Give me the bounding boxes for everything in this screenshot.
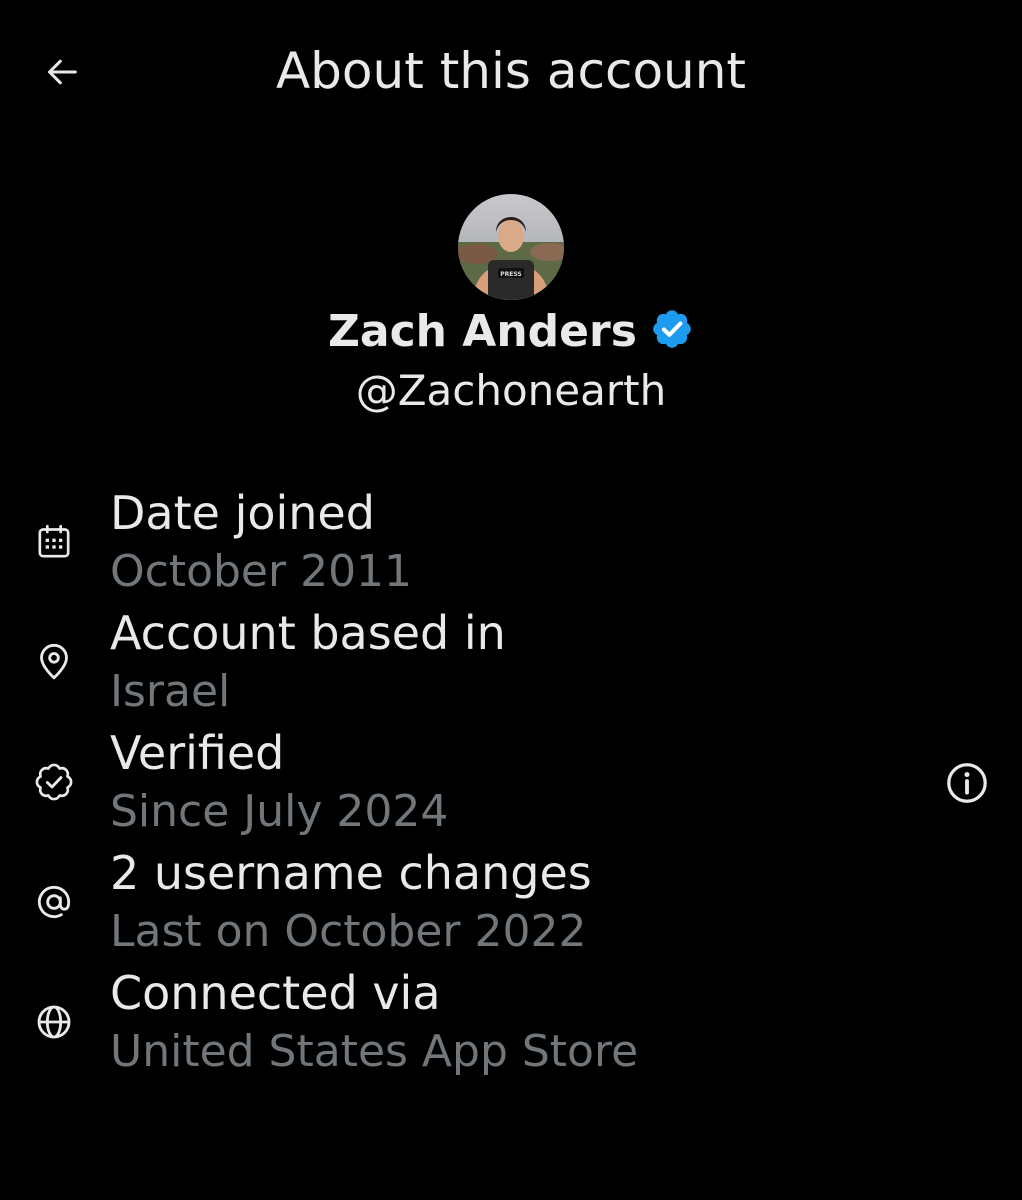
press-patch-label: PRESS: [500, 271, 522, 278]
info-item-verified: Verified Since July 2024: [0, 722, 1022, 842]
info-item-date-joined: Date joined October 2011: [0, 482, 1022, 602]
globe-icon: [37, 1005, 71, 1039]
verified-badge-icon[interactable]: [650, 307, 694, 351]
info-label: Account based in: [110, 606, 506, 660]
profile-name-row: Zach Anders: [0, 302, 1022, 362]
calendar-icon: [38, 524, 70, 558]
info-value: October 2011: [110, 546, 413, 597]
info-label: Connected via: [110, 966, 441, 1020]
account-info-list: Date joined October 2011 Account based i…: [0, 482, 1022, 1082]
info-value: Since July 2024: [110, 786, 449, 837]
avatar[interactable]: PRESS: [458, 194, 564, 300]
info-item-username-changes: 2 username changes Last on October 2022: [0, 842, 1022, 962]
info-icon: [947, 763, 987, 803]
at-sign-icon: [37, 885, 71, 918]
info-value: Last on October 2022: [110, 906, 587, 957]
header-bar: About this account: [0, 0, 1022, 150]
info-value: Israel: [110, 666, 231, 717]
location-pin-icon: [40, 643, 68, 680]
profile-name: Zach Anders: [327, 306, 637, 357]
info-item-account-based-in: Account based in Israel: [0, 602, 1022, 722]
profile-handle: @Zachonearth: [355, 366, 667, 415]
page-title: About this account: [275, 42, 747, 100]
info-label: 2 username changes: [110, 846, 592, 900]
info-item-connected-via: Connected via United States App Store: [0, 962, 1022, 1082]
info-label: Date joined: [110, 486, 375, 540]
info-label: Verified: [110, 726, 285, 780]
verified-outline-icon: [35, 763, 73, 801]
verified-info-button[interactable]: [944, 760, 990, 806]
info-value: United States App Store: [110, 1026, 639, 1077]
